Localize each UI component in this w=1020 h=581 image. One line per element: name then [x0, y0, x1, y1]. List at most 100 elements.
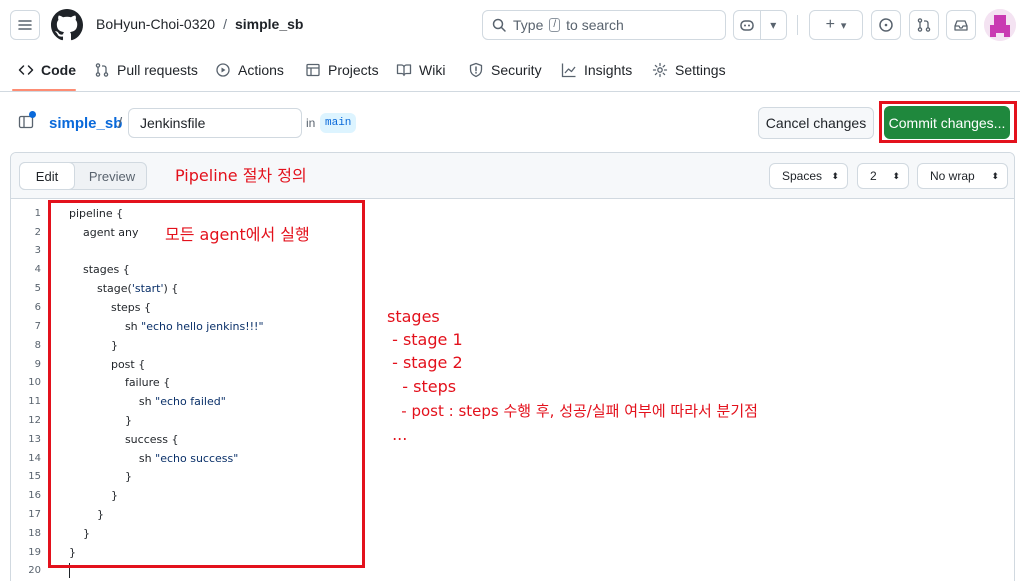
tab-insights[interactable]: Insights	[561, 62, 632, 78]
editor-repo-link[interactable]: simple_sb	[49, 115, 122, 132]
copilot-button[interactable]: ▾	[733, 10, 787, 40]
line-number: 19	[28, 547, 41, 558]
stages-annotation-line: - stage 2	[387, 353, 463, 372]
hamburger-icon	[18, 20, 32, 30]
line-number: 8	[34, 340, 41, 351]
edit-tab[interactable]: Edit	[19, 162, 75, 190]
tab-label: Settings	[675, 62, 726, 78]
indent-mode-value: Spaces	[782, 169, 823, 183]
file-tree-toggle-button[interactable]	[18, 111, 36, 133]
indent-mode-select[interactable]: Spaces ⬍	[769, 163, 848, 189]
book-icon	[396, 64, 412, 77]
shield-icon	[469, 62, 483, 78]
preview-tab[interactable]: Preview	[78, 163, 146, 189]
inbox-icon	[954, 20, 968, 31]
issue-opened-icon	[879, 18, 893, 32]
cancel-changes-button[interactable]: Cancel changes	[758, 107, 874, 139]
tab-security[interactable]: Security	[468, 62, 542, 78]
stages-annotation-line: - steps	[387, 377, 457, 396]
code-icon	[18, 65, 34, 75]
line-number: 3	[34, 245, 41, 256]
tab-label: Insights	[584, 62, 633, 78]
line-number: 14	[28, 453, 41, 464]
tab-label: Projects	[328, 62, 379, 78]
stages-annotation-line: - post : steps 수행 후, 성공/실패 여부에 따라서 분기점	[387, 402, 758, 420]
line-number: 7	[34, 321, 41, 332]
line-number: 4	[34, 264, 41, 275]
tab-actions[interactable]: Actions	[215, 62, 284, 78]
wrap-mode-select[interactable]: No wrap ⬍	[917, 163, 1008, 189]
wrap-mode-value: No wrap	[930, 169, 975, 183]
select-arrows-icon: ⬍	[831, 170, 839, 181]
line-number: 9	[34, 359, 41, 370]
search-shortcut-key: /	[549, 18, 561, 32]
create-new-button[interactable]: + ▾	[809, 10, 863, 40]
search-input[interactable]: Type / to search	[482, 10, 726, 40]
active-tab-indicator	[12, 89, 76, 91]
indent-size-value: 2	[870, 169, 877, 183]
repo-breadcrumb: BoHyun-Choi-0320 / simple_sb	[96, 16, 303, 32]
select-arrows-icon: ⬍	[991, 170, 999, 181]
copilot-icon	[734, 17, 760, 33]
github-logo-icon[interactable]	[51, 9, 83, 41]
tab-wiki[interactable]: Wiki	[396, 62, 445, 78]
tab-label: Pull requests	[117, 62, 198, 78]
plus-icon: +	[825, 16, 835, 33]
global-header: BoHyun-Choi-0320 / simple_sb Type / to s…	[0, 0, 1020, 50]
tab-label: Code	[41, 62, 76, 78]
tab-code[interactable]: Code	[18, 62, 76, 78]
notification-dot	[29, 111, 36, 118]
inbox-button[interactable]	[946, 10, 976, 40]
filename-input[interactable]	[128, 108, 302, 138]
select-arrows-icon: ⬍	[892, 170, 900, 181]
graph-icon	[561, 63, 576, 78]
pipeline-annotation: Pipeline 절차 정의	[175, 166, 307, 185]
chevron-down-icon: ▾	[840, 19, 847, 32]
table-icon	[306, 63, 320, 77]
search-icon	[492, 18, 506, 32]
gear-icon	[652, 62, 668, 78]
line-number: 13	[28, 434, 41, 445]
edit-preview-toggle: Edit Preview	[19, 162, 147, 190]
stages-annotation-line: - stage 1	[387, 330, 463, 349]
line-number: 10	[28, 377, 41, 388]
line-number: 2	[34, 227, 41, 238]
indent-size-select[interactable]: 2 ⬍	[857, 163, 909, 189]
tab-pull-requests[interactable]: Pull requests	[94, 62, 198, 78]
avatar[interactable]	[984, 9, 1016, 41]
line-number: 5	[34, 283, 41, 294]
line-number: 18	[28, 528, 41, 539]
tab-projects[interactable]: Projects	[305, 62, 379, 78]
git-pull-request-icon	[917, 18, 931, 32]
owner-link[interactable]: BoHyun-Choi-0320	[96, 16, 215, 32]
stages-annotation-line: stages	[387, 307, 440, 326]
tab-label: Actions	[238, 62, 284, 78]
issues-button[interactable]	[871, 10, 901, 40]
line-number: 20	[28, 565, 41, 576]
repo-nav: Code Pull requests Actions Projects Wiki…	[0, 50, 1020, 92]
line-number: 12	[28, 415, 41, 426]
code-highlight-annotation	[48, 200, 365, 568]
tab-label: Wiki	[419, 62, 446, 78]
line-number: 17	[28, 509, 41, 520]
repo-link[interactable]: simple_sb	[235, 16, 303, 32]
play-icon	[216, 63, 230, 77]
branch-in-label: in	[306, 116, 316, 130]
line-number: 15	[28, 471, 41, 482]
pull-requests-button[interactable]	[909, 10, 939, 40]
line-number: 6	[34, 302, 41, 313]
commit-highlight-annotation	[879, 101, 1017, 143]
line-number: 16	[28, 490, 41, 501]
search-placeholder-suffix: to search	[566, 17, 624, 33]
tab-settings[interactable]: Settings	[652, 62, 726, 78]
stages-annotation-line: ...	[387, 425, 408, 444]
chevron-down-icon[interactable]: ▾	[761, 18, 787, 32]
line-number: 11	[28, 396, 41, 407]
git-pull-request-icon	[95, 63, 109, 77]
editor-toolbar: Edit Preview Spaces ⬍ 2 ⬍ No wrap ⬍	[11, 153, 1014, 199]
menu-button[interactable]	[10, 10, 40, 40]
breadcrumb-separator: /	[223, 16, 227, 32]
line-number: 1	[34, 208, 41, 219]
search-placeholder-prefix: Type	[513, 17, 544, 33]
tab-label: Security	[491, 62, 542, 78]
